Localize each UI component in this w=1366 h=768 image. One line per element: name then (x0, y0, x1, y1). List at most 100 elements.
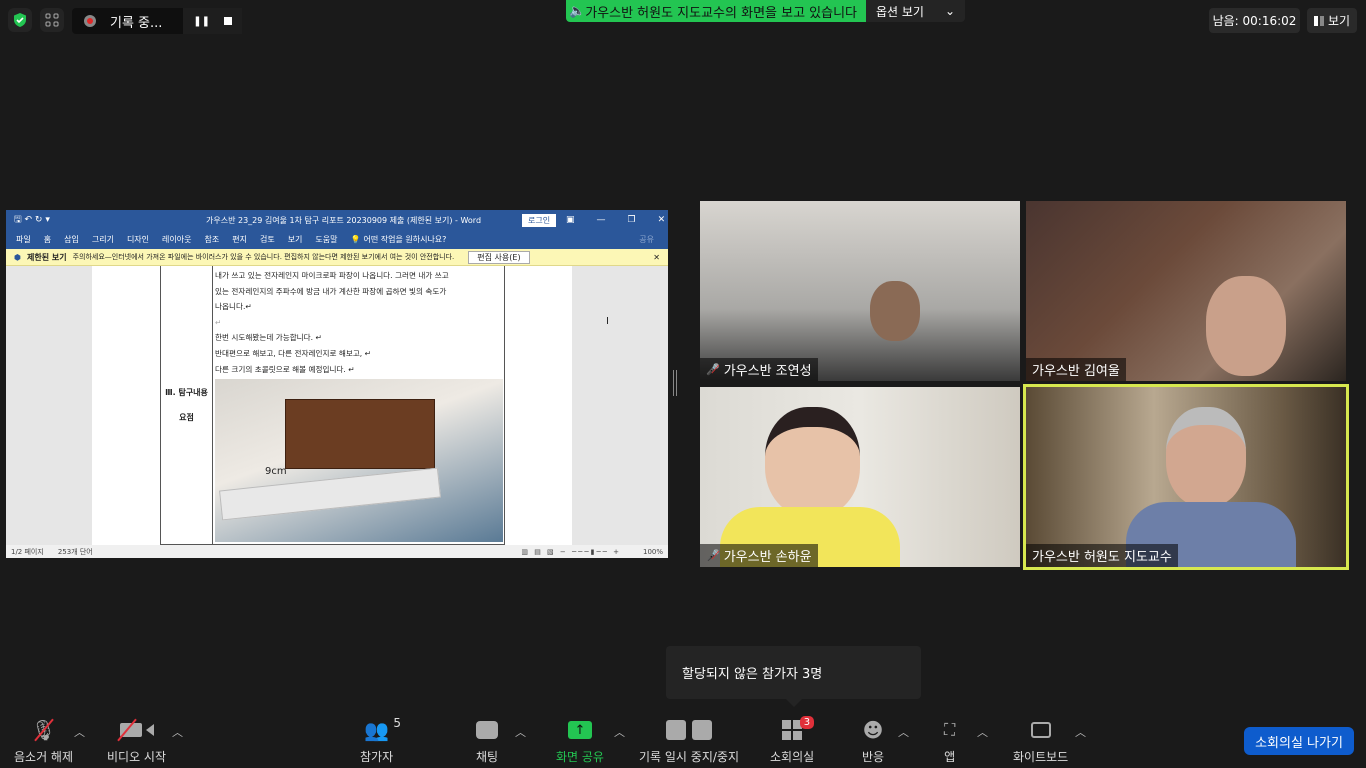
muted-mic-icon: 🎤̸ (706, 363, 720, 376)
apps-options-chevron-icon[interactable]: ︿ (977, 724, 988, 740)
participant-name: 가우스반 손하윤 (723, 550, 812, 565)
participant-name-label: 🎤̸ 가우스반 조연성 (700, 358, 818, 381)
audio-options-chevron-icon[interactable]: ︿ (74, 724, 85, 740)
view-options-button[interactable]: 옵션 보기 ⌄ (866, 0, 965, 22)
muted-mic-icon: 🎙 (31, 718, 56, 742)
whiteboard-options-chevron-icon[interactable]: ︿ (1075, 724, 1086, 740)
recording-indicator: 기록 중... ❚❚ (72, 8, 242, 34)
word-status-bar: 1/2 페이지 253개 단어 ▥ ▤ ▧ − ───▮── + 100% (6, 545, 668, 558)
view-button[interactable]: 보기 (1307, 8, 1357, 33)
participant-name-label: 가우스반 김여울 (1026, 358, 1126, 381)
doc-line: 있는 전자레인지의 주파수에 방금 내가 계산한 파장에 곱하면 빛의 속도가 (215, 286, 447, 296)
whiteboard-label: 화이트보드 (1013, 750, 1069, 764)
participant-name-label: 🎤̸ 가우스반 손하윤 (700, 544, 818, 567)
security-shield-icon[interactable] (8, 8, 32, 32)
muted-mic-icon: 🎤̸ (706, 549, 720, 562)
photo-label: 9cm (265, 466, 287, 477)
chat-button[interactable]: 채팅 (476, 718, 498, 765)
view-layout-icon (1313, 15, 1324, 26)
word-title-bar: 🖫 ↶ ↻ ▾ 가우스반 23_29 김여울 1차 탐구 리포트 2023090… (6, 210, 668, 230)
word-title: 가우스반 23_29 김여울 1차 탐구 리포트 20230909 제출 (제한… (206, 215, 482, 225)
participants-label: 참가자 (360, 750, 394, 764)
unmute-button[interactable]: 🎙 음소거 해제 (14, 718, 73, 765)
start-video-label: 비디오 시작 (107, 750, 167, 764)
share-screen-icon: ↑ (567, 718, 592, 742)
section-label-2: 요점 (179, 413, 194, 422)
video-tile[interactable]: 🎤̸ 가우스반 조연성 (700, 201, 1020, 381)
shared-screen-word-window: 🖫 ↶ ↻ ▾ 가우스반 23_29 김여울 1차 탐구 리포트 2023090… (6, 210, 668, 558)
zoom-level: 100% (642, 547, 663, 556)
ribbon-tab: 도움말 (315, 235, 338, 244)
reactions-button[interactable]: ☻ 반응 (862, 718, 884, 765)
ribbon-tab: 파일 (16, 235, 31, 244)
enable-editing-button: 편집 사용(E) (468, 250, 530, 264)
view-label: 보기 (1327, 14, 1351, 28)
recording-label: 기록 중... (110, 15, 163, 31)
split-divider-handle[interactable] (673, 370, 677, 396)
share-screen-button[interactable]: ↑ 화면 공유 (556, 718, 604, 765)
gallery-grid-icon[interactable] (40, 8, 64, 32)
document-area: Ⅲ. 탐구내용 요점 내가 쓰고 있는 전자레인지 마이크로파 파장이 나옵니다… (6, 266, 668, 545)
window-controls: ▣ — ❐ ✕ (566, 215, 666, 225)
ribbon-tab: 그리기 (91, 235, 114, 244)
participant-name: 가우스반 조연성 (723, 364, 812, 379)
apps-icon: ⛶ (944, 720, 956, 739)
participants-icon: 👥 5 (364, 716, 402, 742)
chevron-down-icon: ⌄ (944, 4, 955, 18)
pause-recording-icon[interactable]: ❚❚ (193, 16, 210, 27)
warn-title: 제한된 보기 (26, 252, 67, 262)
protected-view-bar: ⬢ 제한된 보기 주의하세요—인터넷에서 가져온 파일에는 바이러스가 있을 수… (6, 249, 668, 266)
breakout-tooltip: 할당되지 않은 참가자 3명 (666, 646, 921, 707)
stop-recording-icon[interactable] (224, 17, 232, 25)
apps-button[interactable]: ⛶ 앱 (944, 718, 955, 765)
active-speaker-video-tile[interactable]: 가우스반 허원도 지도교수 (1023, 384, 1349, 570)
ribbon-tab: 참조 (204, 235, 220, 244)
start-video-button[interactable]: 비디오 시작 (107, 718, 166, 765)
leave-breakout-room-button[interactable]: 소회의실 나가기 (1244, 727, 1354, 755)
unmute-label: 음소거 해제 (14, 750, 74, 764)
chat-bubble-icon (476, 718, 499, 742)
document-page: Ⅲ. 탐구내용 요점 내가 쓰고 있는 전자레인지 마이크로파 파장이 나옵니다… (92, 266, 572, 545)
video-tile[interactable]: 가우스반 김여울 (1026, 201, 1346, 381)
zoom-slider: ▥ ▤ ▧ − ───▮── + (521, 547, 621, 556)
doc-line: 다른 크기의 초콜릿으로 해볼 예정입니다. ↵ (215, 364, 355, 374)
doc-line: 나옵니다.↵ (215, 302, 252, 312)
participant-name: 가우스반 김여울 (1032, 364, 1120, 379)
whiteboard-button[interactable]: 화이트보드 (1013, 718, 1068, 765)
reactions-options-chevron-icon[interactable]: ︿ (898, 724, 909, 740)
page-count: 1/2 페이지 (11, 547, 44, 556)
word-ribbon: 파일 홈 삽입 그리기 디자인 레이아웃 참조 편지 검토 보기 도움말 💡 어떤… (6, 230, 668, 249)
participants-button[interactable]: 👥 5 참가자 (360, 716, 402, 765)
speaker-icon: 🔈 (569, 3, 586, 19)
doc-line: 내가 쓰고 있는 전자레인지 마이크로파 파장이 나옵니다. 그러면 내가 쓰고 (215, 271, 449, 280)
participant-name-label: 가우스반 허원도 지도교수 (1026, 544, 1178, 567)
chocolate-photo: 9cm (215, 379, 503, 542)
section-label: Ⅲ. 탐구내용 (165, 388, 208, 397)
record-dot-icon (84, 15, 96, 27)
breakout-grid-icon: 3 (782, 716, 815, 742)
options-label: 옵션 보기 (876, 4, 924, 19)
share-options-chevron-icon[interactable]: ︿ (614, 724, 625, 740)
ribbon-tab: 레이아웃 (162, 235, 192, 244)
share-label: 공유 (639, 235, 654, 244)
word-count: 253개 단어 (57, 547, 93, 556)
video-off-icon (116, 718, 154, 742)
share-label: 화면 공유 (556, 750, 604, 764)
reactions-label: 반응 (862, 750, 885, 764)
screen-share-banner: 🔈 가우스반 허원도 지도교수의 화면을 보고 있습니다 (566, 0, 866, 22)
warn-text: 주의하세요—인터넷에서 가져온 파일에는 바이러스가 있을 수 있습니다. 편집… (72, 253, 455, 261)
save-icon: 🖫 ↶ ↻ ▾ (14, 215, 50, 225)
breakout-rooms-button[interactable]: 3 소회의실 (770, 716, 815, 765)
chat-options-chevron-icon[interactable]: ︿ (515, 724, 526, 740)
chat-label: 채팅 (476, 750, 499, 764)
video-tile[interactable]: 🎤̸ 가우스반 손하윤 (700, 387, 1020, 567)
pause-stop-recording-button[interactable]: 기록 일시 중지/중지 (639, 718, 739, 765)
shield-info-icon: ⬢ (14, 252, 21, 262)
record-label: 기록 일시 중지/중지 (639, 750, 739, 764)
text-cursor-icon: I (606, 316, 609, 327)
close-icon: ✕ (653, 252, 660, 262)
lightbulb-icon: 💡 (350, 235, 361, 244)
banner-text: 가우스반 허원도 지도교수의 화면을 보고 있습니다 (585, 5, 858, 21)
video-options-chevron-icon[interactable]: ︿ (172, 724, 183, 740)
participant-count: 5 (393, 716, 402, 730)
